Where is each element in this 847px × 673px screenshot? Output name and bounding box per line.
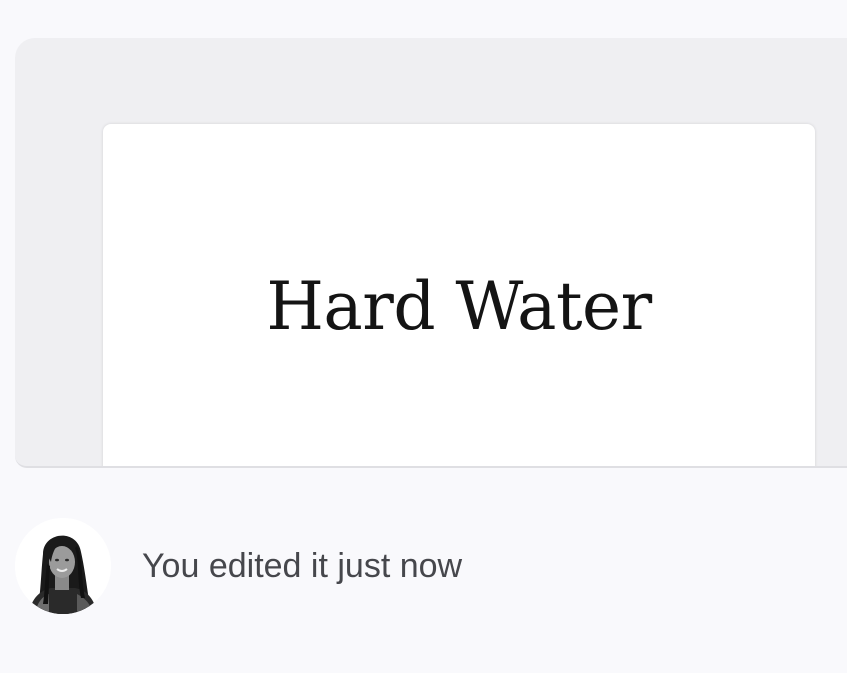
document-preview-card[interactable]: Hard Water	[15, 38, 847, 468]
activity-text: You edited it just now	[142, 546, 463, 585]
user-avatar-icon	[15, 518, 111, 614]
document-title: Hard Water	[266, 268, 652, 345]
avatar	[15, 518, 111, 614]
activity-row: You edited it just now	[15, 518, 462, 614]
document-thumbnail[interactable]: Hard Water	[103, 124, 815, 466]
file-details-page: Hard Water You edited it just now	[0, 0, 847, 673]
